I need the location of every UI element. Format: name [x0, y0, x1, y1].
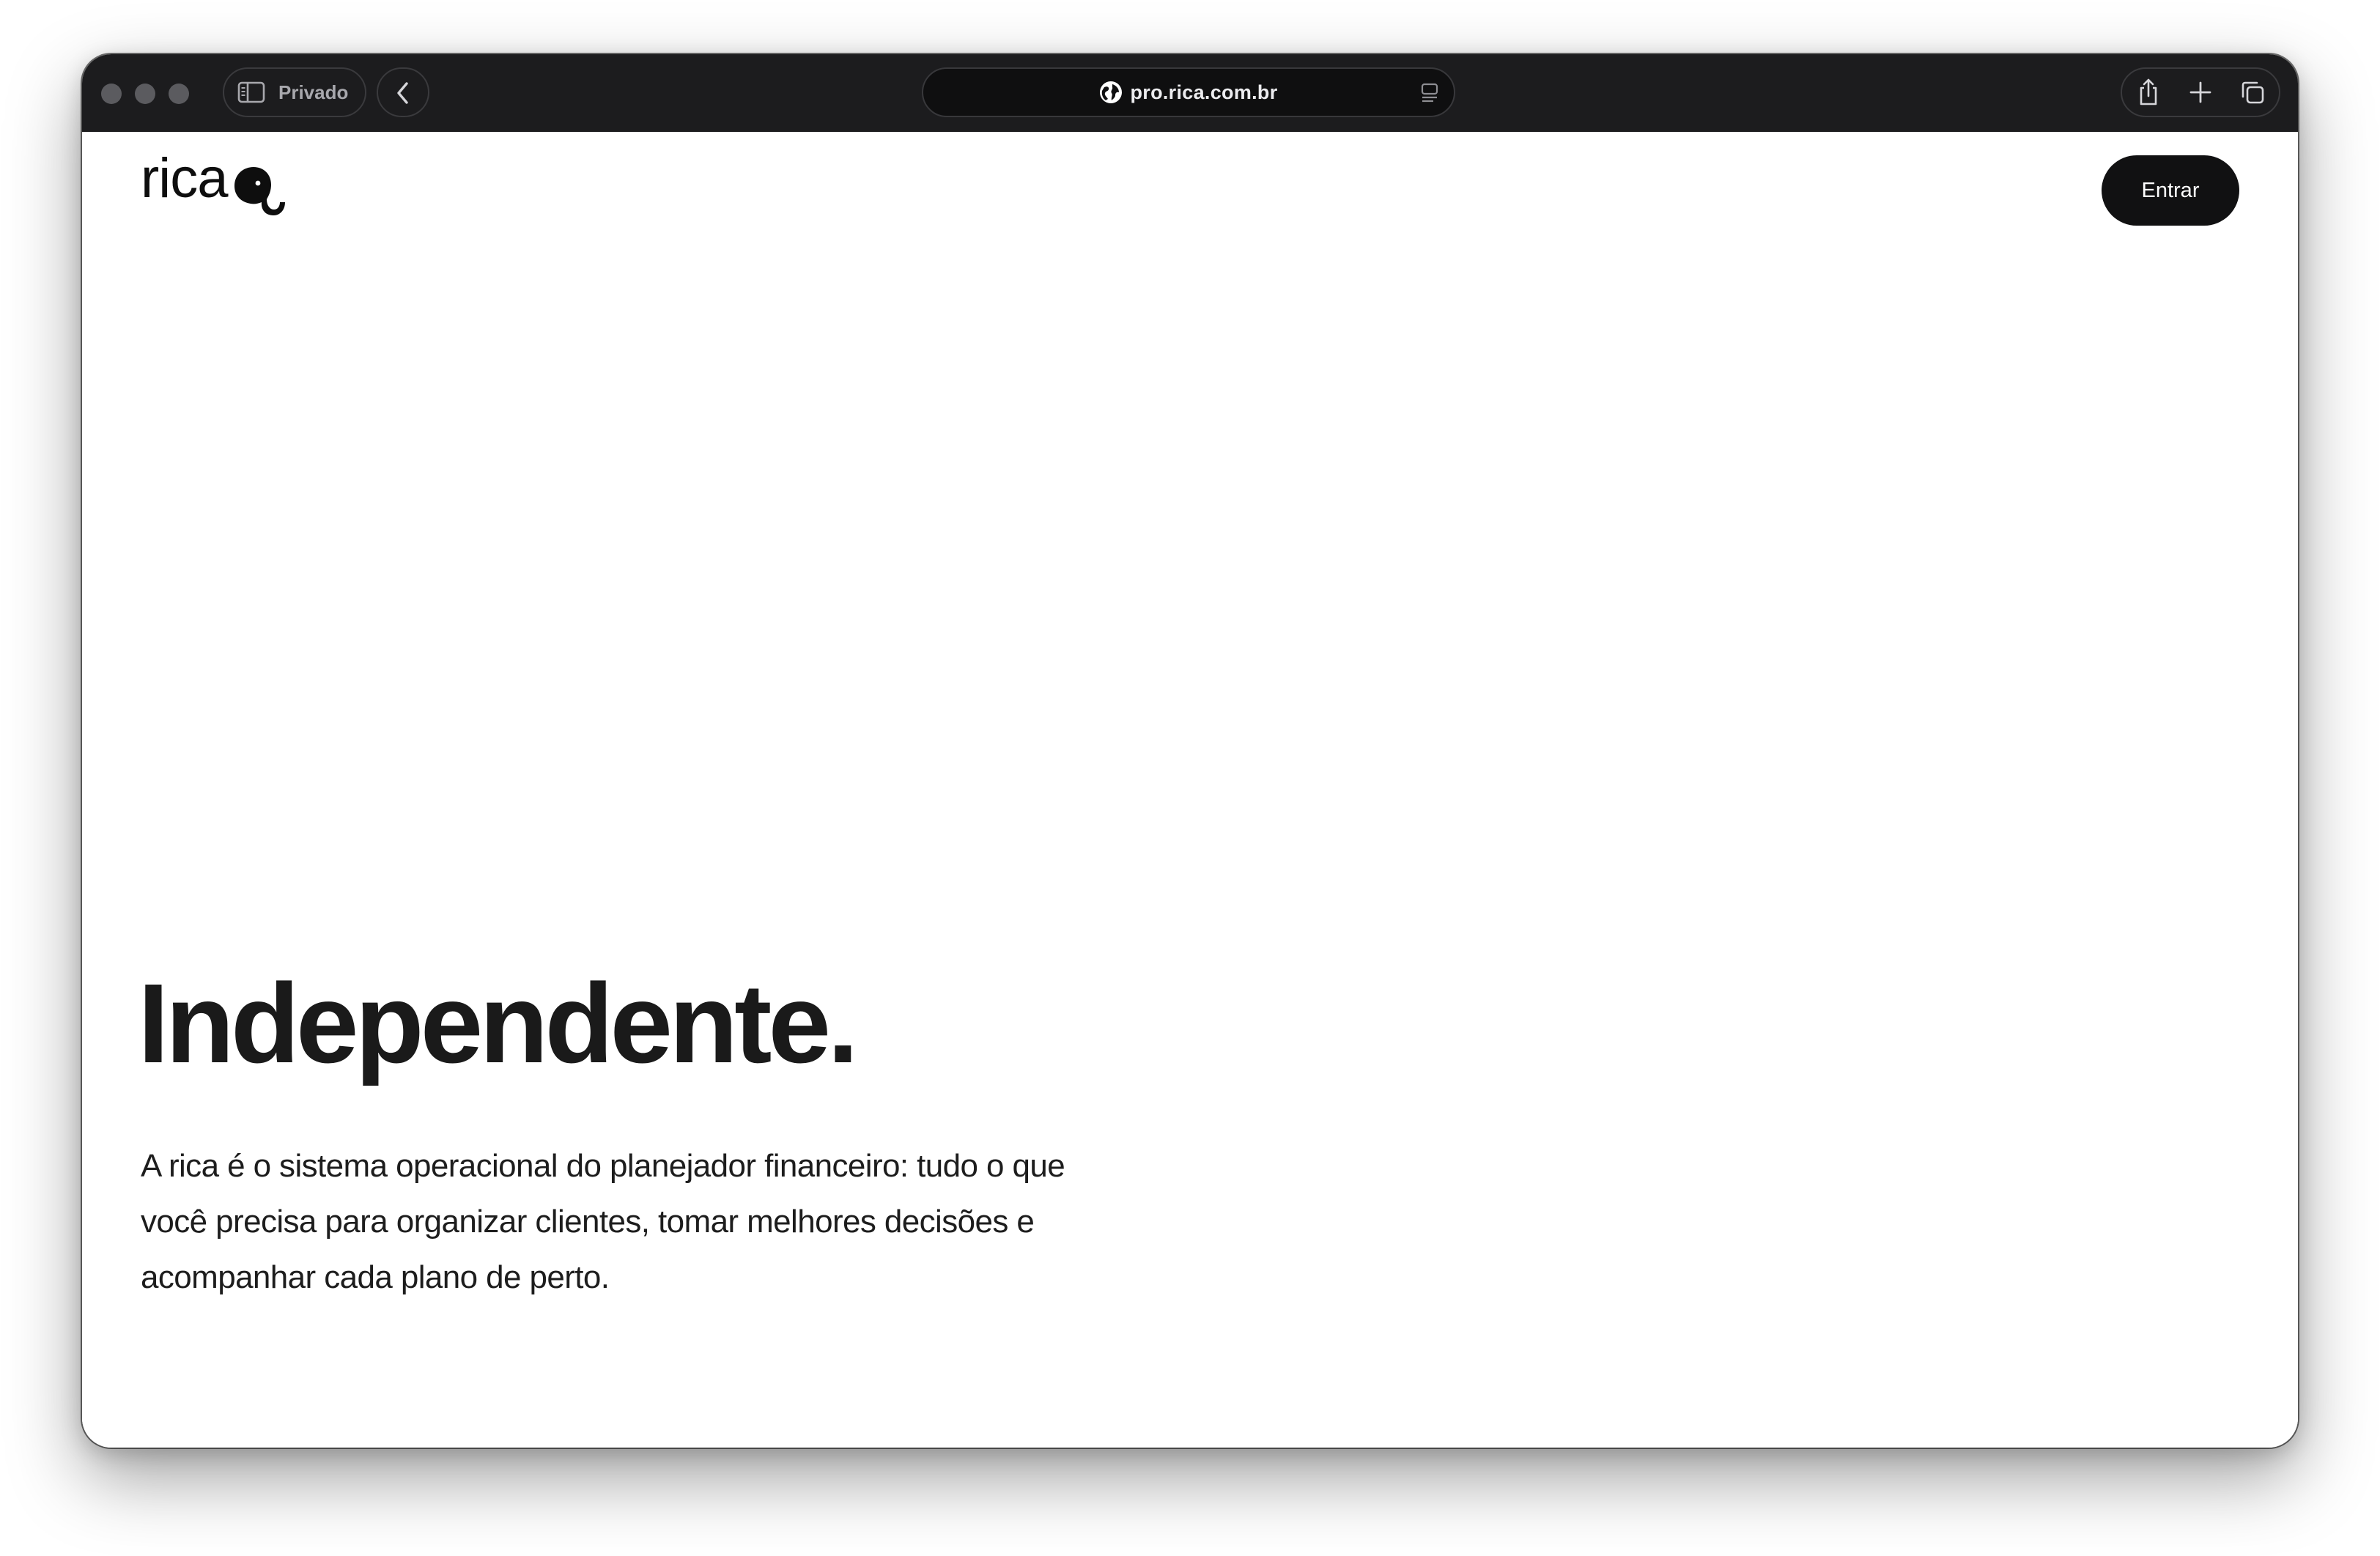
page-content: rica Entrar Independente. A rica é o sis… [82, 132, 2298, 1448]
hero-description: A rica é o sistema operacional do planej… [141, 1148, 1065, 1295]
elephant-logo-icon [229, 161, 289, 226]
logo[interactable]: rica [141, 151, 289, 231]
reader-icon[interactable] [1419, 82, 1441, 108]
zoom-window-button[interactable] [169, 84, 189, 104]
url-text: pro.rica.com.br [1130, 81, 1278, 103]
globe-icon [1099, 81, 1123, 104]
address-bar[interactable]: pro.rica.com.br [922, 67, 1455, 117]
browser-window: Privado pro.rica.com.br rica Entrar Inde… [82, 54, 2298, 1448]
browser-toolbar: Privado pro.rica.com.br [82, 54, 2298, 132]
toolbar-actions [2121, 67, 2280, 117]
login-button[interactable]: Entrar [2102, 155, 2239, 226]
back-button[interactable] [377, 67, 429, 117]
tabs-overview-icon[interactable] [2235, 75, 2270, 110]
share-icon[interactable] [2131, 75, 2166, 110]
minimize-window-button[interactable] [135, 84, 155, 104]
plus-icon[interactable] [2183, 75, 2218, 110]
close-window-button[interactable] [101, 84, 122, 104]
private-mode-label: Privado [278, 81, 349, 103]
sidebar-toggle-button[interactable]: Privado [223, 67, 366, 117]
sidebar-icon [237, 81, 265, 103]
logo-text: rica [141, 147, 228, 210]
hero-title: Independente. [138, 960, 859, 1086]
chevron-left-icon [393, 81, 415, 105]
